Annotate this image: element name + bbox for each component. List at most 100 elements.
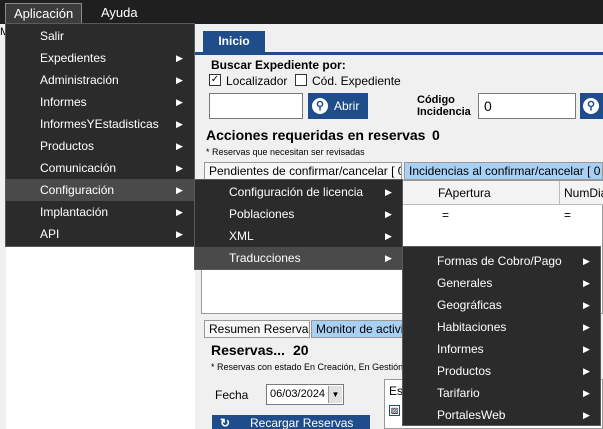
menu-item-label: Administración [40, 73, 119, 87]
tab-monitor-actividad[interactable]: Monitor de activid [311, 320, 405, 338]
menu-item-label: PortalesWeb [437, 408, 506, 422]
chevron-right-icon: ▶ [583, 388, 590, 398]
tab-bar: Inicio [195, 24, 603, 54]
menu-item-configuracion[interactable]: Configuración ▶ [6, 179, 194, 201]
chevron-right-icon: ▶ [176, 207, 183, 217]
chevron-right-icon: ▶ [385, 231, 392, 241]
menu-item-label: Formas de Cobro/Pago [437, 254, 562, 268]
recargar-reservas-button[interactable]: ↻ Recargar Reservas [212, 415, 370, 429]
codigo-incidencia-input[interactable]: 0 [478, 93, 576, 119]
chevron-right-icon: ▶ [176, 185, 183, 195]
menu-item-label: Configuración de licencia [229, 185, 364, 199]
reservas-count: 20 [293, 342, 309, 358]
menu-item-label: Tarifario [437, 386, 480, 400]
acciones-title: Acciones requeridas en reservas [206, 127, 426, 143]
menu-item-generales[interactable]: Generales ▶ [403, 272, 600, 294]
chevron-right-icon: ▶ [176, 141, 183, 151]
abrir-label: Abrir [334, 99, 360, 113]
menu-item-administracion[interactable]: Administración ▶ [6, 69, 194, 91]
filter-fapertura[interactable]: = [442, 208, 449, 222]
codigo-label-line1: Código [417, 94, 455, 106]
chevron-right-icon: ▶ [176, 97, 183, 107]
menu-item-configuracion-licencia[interactable]: Configuración de licencia ▶ [195, 181, 402, 203]
menu-item-label: Generales [437, 276, 493, 290]
chevron-right-icon: ▶ [583, 256, 590, 266]
chevron-right-icon: ▶ [583, 366, 590, 376]
menu-item-productos[interactable]: Productos ▶ [6, 135, 194, 157]
menu-item-label: Informes [437, 342, 484, 356]
codigo-label: Código Incidencia [417, 94, 471, 118]
localizador-label: Localizador [226, 74, 288, 88]
chevron-right-icon: ▶ [176, 163, 183, 173]
chevron-right-icon: ▶ [583, 322, 590, 332]
search-icon: ⚲ [583, 98, 599, 114]
fecha-label: Fecha [215, 388, 249, 402]
chevron-right-icon: ▶ [176, 75, 183, 85]
menu-item-label: Geográficas [437, 298, 502, 312]
menu-item-tarifario[interactable]: Tarifario ▶ [403, 382, 600, 404]
reservas-subtitle: * Reservas con estado En Creación, En Ge… [211, 362, 404, 372]
menu-item-portalesweb[interactable]: PortalesWeb ▶ [403, 404, 600, 426]
chevron-right-icon: ▶ [385, 253, 392, 263]
menu-item-label: Informes [40, 95, 87, 109]
dropdown-arrow-icon[interactable]: ▼ [328, 386, 342, 403]
menu-item-label: API [40, 227, 60, 241]
menu-item-label: XML [229, 229, 254, 243]
reservas-title: Reservas... [211, 342, 285, 358]
menu-item-label: Habitaciones [437, 320, 507, 334]
tab-underline [195, 52, 603, 55]
filter-numdias[interactable]: = [564, 208, 571, 222]
menu-item-label: Configuración [40, 183, 115, 197]
fecha-input[interactable]: 06/03/2024 ▼ [266, 384, 344, 405]
check-icon: ✓ [210, 74, 220, 85]
menu-item-habitaciones[interactable]: Habitaciones ▶ [403, 316, 600, 338]
menu-item-label: Productos [437, 364, 492, 378]
chevron-right-icon: ▶ [583, 410, 590, 420]
col-numdias[interactable]: NumDias [564, 186, 603, 200]
menu-item-label: Implantación [40, 205, 109, 219]
refresh-icon: ↻ [220, 416, 231, 429]
cod-expediente-checkbox[interactable] [295, 74, 307, 86]
fecha-value: 06/03/2024 [270, 388, 326, 400]
tab-incidencias[interactable]: Incidencias al confirmar/cancelar [ 0 ] [404, 162, 603, 180]
menu-item-implantacion[interactable]: Implantación ▶ [6, 201, 194, 223]
tab-pendientes[interactable]: Pendientes de confirmar/cancelar [ 0 ] [204, 162, 402, 180]
cod-expediente-label: Cód. Expediente [312, 74, 401, 88]
search-title: Buscar Expediente por: [211, 58, 346, 72]
menu-item-label: Productos [40, 139, 95, 153]
tab-inicio[interactable]: Inicio [203, 31, 265, 52]
menu-aplicacion[interactable]: Aplicación [5, 3, 83, 24]
chevron-right-icon: ▶ [176, 119, 183, 129]
menu-item-salir[interactable]: Salir [6, 25, 194, 47]
abrir-button[interactable]: ⚲ Abrir [308, 93, 368, 119]
menu-item-traducciones[interactable]: Traducciones ▶ [195, 247, 402, 269]
menu-item-informes[interactable]: Informes ▶ [6, 91, 194, 113]
menu-item-api[interactable]: API ▶ [6, 223, 194, 245]
menu-aplicacion-dropdown: Salir Expedientes ▶ Administración ▶ Infor… [5, 23, 195, 247]
menu-item-geograficas[interactable]: Geográficas ▶ [403, 294, 600, 316]
col-estado: Es [389, 384, 404, 398]
search-input[interactable] [209, 93, 303, 119]
menu-item-productos-trad[interactable]: Productos ▶ [403, 360, 600, 382]
menu-item-expedientes[interactable]: Expedientes ▶ [6, 47, 194, 69]
menu-item-comunicacion[interactable]: Comunicación ▶ [6, 157, 194, 179]
menu-item-label: Expedientes [40, 51, 107, 65]
menu-item-formas-cobro-pago[interactable]: Formas de Cobro/Pago ▶ [403, 250, 600, 272]
menu-item-label: Salir [40, 29, 65, 43]
codigo-search-button[interactable]: ⚲ [580, 93, 603, 119]
menu-ayuda[interactable]: Ayuda [93, 3, 146, 23]
menu-configuracion-dropdown: Configuración de licencia ▶ Poblaciones ▶ … [194, 179, 403, 270]
menu-bar: Aplicación Ayuda [0, 0, 603, 24]
menu-item-poblaciones[interactable]: Poblaciones ▶ [195, 203, 402, 225]
menu-item-xml[interactable]: XML ▶ [195, 225, 402, 247]
acciones-subtitle: * Reservas que necesitan ser revisadas [206, 147, 365, 157]
acciones-count: 0 [432, 127, 440, 143]
chevron-right-icon: ▶ [385, 209, 392, 219]
col-fapertura[interactable]: FApertura [438, 186, 491, 200]
menu-item-label: Traducciones [229, 251, 301, 265]
menu-item-informes-trad[interactable]: Informes ▶ [403, 338, 600, 360]
localizador-checkbox[interactable]: ✓ [209, 74, 221, 86]
grid-icon[interactable]: ▨ [389, 405, 400, 416]
menu-item-informes-estadisticas[interactable]: InformesYEstadisticas ▶ [6, 113, 194, 135]
tab-resumen-reservas[interactable]: Resumen Reservas [204, 320, 310, 338]
